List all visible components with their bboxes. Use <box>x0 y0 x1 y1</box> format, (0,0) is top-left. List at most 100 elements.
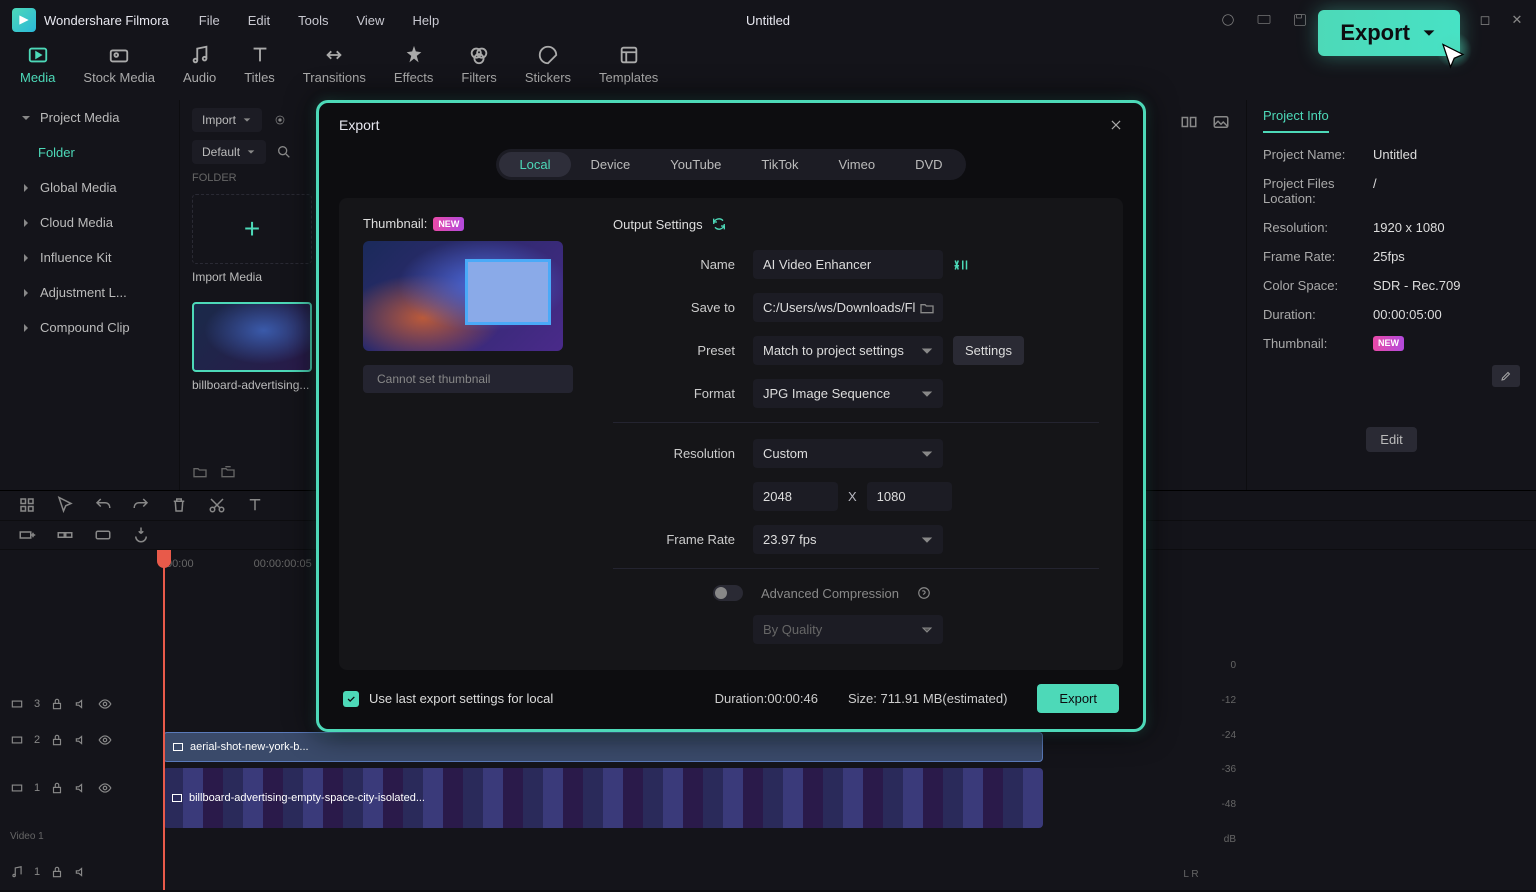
lock-icon[interactable] <box>50 865 64 879</box>
edit-button[interactable]: Edit <box>1366 427 1416 452</box>
import-media-tile[interactable]: + <box>192 194 312 264</box>
tool-tabs: Media Stock Media Audio Titles Transitio… <box>0 40 1536 100</box>
monitor-icon[interactable] <box>1256 12 1272 28</box>
advanced-compression-toggle[interactable] <box>713 585 743 601</box>
menu-tools[interactable]: Tools <box>298 13 328 28</box>
tl-delete-icon[interactable] <box>170 496 188 514</box>
stickers-icon <box>537 44 559 66</box>
titlebar: Wondershare Filmora File Edit Tools View… <box>0 0 1536 40</box>
tab-media[interactable]: Media <box>20 44 55 100</box>
tl-cut-icon[interactable] <box>208 496 226 514</box>
tab-titles[interactable]: Titles <box>244 44 275 100</box>
tab-local[interactable]: Local <box>499 152 570 177</box>
sidebar-folder[interactable]: Folder <box>0 135 179 170</box>
db-meter: 0 -12 -24 -36 -48 dB L R <box>1146 660 1236 880</box>
tab-tiktok[interactable]: TikTok <box>741 152 818 177</box>
tl-add-track-icon[interactable] <box>18 526 36 544</box>
refresh-icon[interactable] <box>711 216 727 232</box>
mute-icon[interactable] <box>74 733 88 747</box>
lock-icon[interactable] <box>50 733 64 747</box>
tab-youtube[interactable]: YouTube <box>650 152 741 177</box>
save-icon[interactable] <box>1292 12 1308 28</box>
folder-icon[interactable] <box>919 300 935 316</box>
tl-text-icon[interactable] <box>246 496 264 514</box>
close-window-icon[interactable]: ✕ <box>1510 13 1524 27</box>
sidebar-global-media[interactable]: Global Media <box>0 170 179 205</box>
new-folder-icon[interactable] <box>192 464 208 480</box>
import-dropdown[interactable]: Import <box>192 108 262 132</box>
track-audio[interactable]: 1 <box>0 854 155 890</box>
mute-icon[interactable] <box>74 781 88 795</box>
eye-icon[interactable] <box>98 697 112 711</box>
tl-tool-icon[interactable] <box>18 496 36 514</box>
tl-marker-icon[interactable] <box>132 526 150 544</box>
sidebar-project-media[interactable]: Project Media <box>0 100 179 135</box>
sidebar-adjustment-layer[interactable]: Adjustment L... <box>0 275 179 310</box>
tab-templates[interactable]: Templates <box>599 44 658 100</box>
maximize-icon[interactable]: ◻ <box>1478 13 1492 27</box>
tl-redo-icon[interactable] <box>132 496 150 514</box>
tab-stickers[interactable]: Stickers <box>525 44 571 100</box>
track-1[interactable]: 1 <box>0 758 155 818</box>
resolution-select[interactable]: Custom <box>753 439 943 468</box>
mute-icon[interactable] <box>74 865 88 879</box>
thumbnail-preview[interactable] <box>363 241 563 351</box>
preset-select[interactable]: Match to project settings <box>753 336 943 365</box>
tl-cursor-icon[interactable] <box>56 496 74 514</box>
pi-fps-v: 25fps <box>1373 249 1405 264</box>
export-confirm-button[interactable]: Export <box>1037 684 1119 713</box>
sort-dropdown[interactable]: Default <box>192 140 266 164</box>
clip-aerial[interactable]: aerial-shot-new-york-b... <box>163 732 1043 762</box>
name-input[interactable] <box>753 250 943 279</box>
media-thumbnail[interactable] <box>192 302 312 372</box>
tab-stock-media[interactable]: Stock Media <box>83 44 155 100</box>
eye-icon[interactable] <box>98 781 112 795</box>
tab-audio[interactable]: Audio <box>183 44 216 100</box>
tab-transitions[interactable]: Transitions <box>303 44 366 100</box>
sidebar-compound-clip[interactable]: Compound Clip <box>0 310 179 345</box>
clip-billboard[interactable]: billboard-advertising-empty-space-city-i… <box>163 768 1043 828</box>
playhead[interactable] <box>163 550 165 890</box>
tl-undo-icon[interactable] <box>94 496 112 514</box>
tl-link-icon[interactable] <box>56 526 74 544</box>
format-select[interactable]: JPG Image Sequence <box>753 379 943 408</box>
tab-stickers-label: Stickers <box>525 70 571 85</box>
menu-edit[interactable]: Edit <box>248 13 270 28</box>
close-icon[interactable] <box>1109 118 1123 132</box>
width-input[interactable] <box>753 482 838 511</box>
new-bin-icon[interactable] <box>220 464 236 480</box>
settings-button[interactable]: Settings <box>953 336 1024 365</box>
tab-filters[interactable]: Filters <box>461 44 496 100</box>
mute-icon[interactable] <box>74 697 88 711</box>
search-icon[interactable] <box>276 144 292 160</box>
project-info-tab[interactable]: Project Info <box>1263 108 1329 133</box>
help-icon[interactable] <box>917 586 931 600</box>
track-3[interactable]: 3 <box>0 686 155 722</box>
menu-view[interactable]: View <box>356 13 384 28</box>
sidebar-influence-kit[interactable]: Influence Kit <box>0 240 179 275</box>
framerate-select[interactable]: 23.97 fps <box>753 525 943 554</box>
record-icon[interactable] <box>1220 12 1236 28</box>
menu-file[interactable]: File <box>199 13 220 28</box>
snapshot-icon[interactable] <box>1212 113 1230 131</box>
ai-icon[interactable] <box>953 258 971 272</box>
compare-view-icon[interactable] <box>1180 113 1198 131</box>
record-btn-icon[interactable] <box>272 112 288 128</box>
stock-media-icon <box>108 44 130 66</box>
sidebar-cloud-media[interactable]: Cloud Media <box>0 205 179 240</box>
tl-group-icon[interactable] <box>94 526 112 544</box>
use-last-settings-checkbox[interactable] <box>343 691 359 707</box>
eye-icon[interactable] <box>98 733 112 747</box>
edit-thumb-icon[interactable] <box>1492 365 1520 387</box>
lock-icon[interactable] <box>50 697 64 711</box>
track-2[interactable]: 2 <box>0 722 155 758</box>
saveto-input[interactable] <box>753 293 943 322</box>
tab-dvd[interactable]: DVD <box>895 152 962 177</box>
tab-effects[interactable]: Effects <box>394 44 434 100</box>
menu-help[interactable]: Help <box>412 13 439 28</box>
tab-vimeo[interactable]: Vimeo <box>818 152 895 177</box>
height-input[interactable] <box>867 482 952 511</box>
tab-device[interactable]: Device <box>571 152 651 177</box>
ruler-t1: 00:00:00:05 <box>254 558 312 570</box>
lock-icon[interactable] <box>50 781 64 795</box>
